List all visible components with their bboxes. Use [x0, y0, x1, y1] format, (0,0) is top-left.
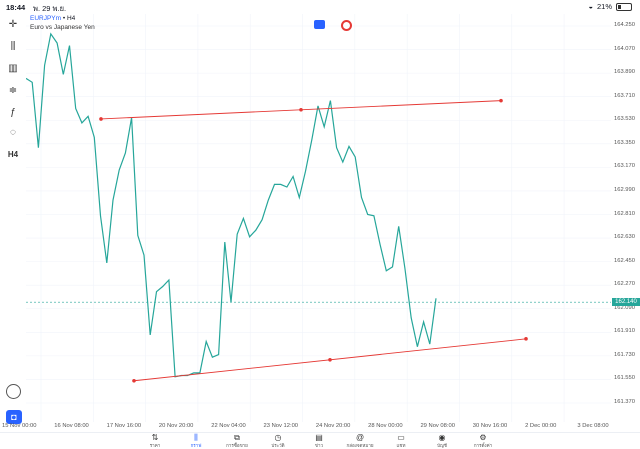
time-axis-label: 2 Dec 00:00: [525, 423, 557, 429]
time-axis-label: 3 Dec 08:00: [577, 423, 609, 429]
battery-percent: 21%: [596, 2, 612, 11]
tab-label: บัญชี: [437, 443, 447, 448]
price-axis-label: 161.910: [614, 328, 635, 335]
at-icon: @: [355, 433, 365, 442]
price-axis-label: 162.450: [614, 257, 635, 264]
trendline-anchor-point: [132, 378, 136, 383]
shapes-icon[interactable]: ◌: [4, 124, 22, 140]
trendline-anchor-point: [524, 337, 528, 341]
cursor-crosshair-icon[interactable]: ✛: [4, 16, 22, 32]
symbol-description: Euro vs Japanese Yen: [30, 24, 95, 31]
account-icon: ◉: [438, 433, 446, 442]
drawing-toolbar: ✛ ⫼ ▥ ≑ ƒ ◌ H4: [0, 14, 26, 434]
tab-label: กล่องจดหมาย: [346, 443, 374, 448]
settings-icon: ⚙: [479, 433, 487, 442]
price-axis-label: 162.990: [614, 186, 635, 193]
price-axis-label: 163.890: [614, 69, 635, 76]
price-axis-label: 164.250: [614, 22, 635, 28]
price-chart[interactable]: [26, 14, 611, 422]
time-axis-label: 28 Nov 00:00: [368, 423, 403, 429]
candles-icon: ⫼: [194, 433, 198, 442]
time-axis-label: 23 Nov 12:00: [263, 423, 299, 429]
time-axis-label: 17 Nov 16:00: [106, 423, 142, 429]
tab-label: กราฟ: [190, 443, 202, 448]
sort-icon: ⇅: [151, 433, 159, 442]
current-price-tag: 162.140: [612, 298, 640, 307]
price-axis-label: 163.710: [614, 92, 635, 99]
trade-chart-icon: ⧉: [234, 433, 240, 442]
price-axis-label: 163.530: [614, 116, 635, 123]
function-icon[interactable]: ƒ: [4, 104, 22, 120]
price-axis-label: 164.070: [614, 45, 635, 52]
time-axis-label: 24 Nov 20:00: [315, 423, 351, 429]
symbol-separator: •: [62, 15, 66, 22]
time-axis-label: 20 Nov 20:00: [158, 423, 194, 429]
history-icon: ◷: [274, 433, 282, 442]
tab-label: การตั้งค่า: [473, 443, 493, 448]
price-axis[interactable]: 164.250 164.070 163.890 163.710 163.530 163.3…: [612, 0, 640, 430]
symbol-title[interactable]: EURJPYm • H4: [30, 15, 75, 22]
tab-label: การซื้อขาย: [226, 443, 248, 448]
indicators-icon[interactable]: ▥: [4, 60, 22, 76]
price-axis-label: 162.810: [614, 210, 635, 217]
time-axis-label: 15 Nov 00:00: [2, 423, 37, 429]
tab-label: ประวัติ: [271, 443, 285, 448]
wifi-icon: ◒: [588, 2, 593, 11]
trendline-anchor-point: [499, 98, 503, 103]
market-status-icon[interactable]: [341, 20, 352, 31]
symbol-interval: H4: [66, 15, 76, 22]
one-click-trading-icon[interactable]: [314, 20, 325, 29]
chart-scroll-icon[interactable]: [6, 384, 21, 399]
trendline-anchor-point: [299, 107, 303, 112]
trendline-anchor-point: [328, 358, 332, 362]
price-axis-label: 162.270: [614, 281, 635, 288]
trendlines-layer: [99, 98, 528, 383]
price-axis-label: 161.730: [614, 351, 635, 358]
candle-type-icon[interactable]: ⫼: [4, 38, 22, 54]
status-bar: 18:44 พ. 29 พ.ย. ◒ 21%: [0, 0, 640, 14]
tab-label: แชท: [396, 443, 406, 448]
time-axis-label: 22 Nov 04:00: [211, 423, 246, 429]
price-axis-label: 163.170: [614, 163, 635, 170]
tab-label: ราคา: [149, 443, 161, 448]
timeframe-h4-button[interactable]: H4: [4, 146, 22, 162]
bottom-tab-bar: ⇅ ราคา ⫼ กราฟ ⧉ การซื้อขาย ◷ ประวัติ ▤ ข่าว @ กล่อง…: [0, 432, 640, 448]
price-series-layer: [26, 32, 437, 378]
price-axis-label: 161.370: [614, 399, 635, 405]
price-axis-label: 162.630: [614, 234, 635, 241]
status-time: 18:44: [6, 3, 26, 12]
time-axis-label: 16 Nov 08:00: [54, 423, 89, 429]
symbol-code: EURJPYm: [30, 15, 62, 22]
price-series-line: [26, 32, 437, 378]
chart-header-icons: [314, 20, 352, 31]
price-axis-label: 163.350: [614, 139, 635, 146]
news-icon: ▤: [315, 433, 323, 442]
tab-label: ข่าว: [314, 443, 324, 448]
price-axis-label: 161.550: [614, 375, 635, 382]
time-axis[interactable]: 15 Nov 00:00 16 Nov 08:00 17 Nov 16:00 20 N…: [0, 420, 640, 432]
time-axis-label: 30 Nov 16:00: [472, 423, 508, 429]
trendline-anchor-point: [99, 117, 103, 121]
chat-icon: ▭: [397, 433, 405, 442]
time-axis-label: 29 Nov 08:00: [420, 423, 455, 429]
drawing-lines-icon[interactable]: ≑: [4, 82, 22, 98]
